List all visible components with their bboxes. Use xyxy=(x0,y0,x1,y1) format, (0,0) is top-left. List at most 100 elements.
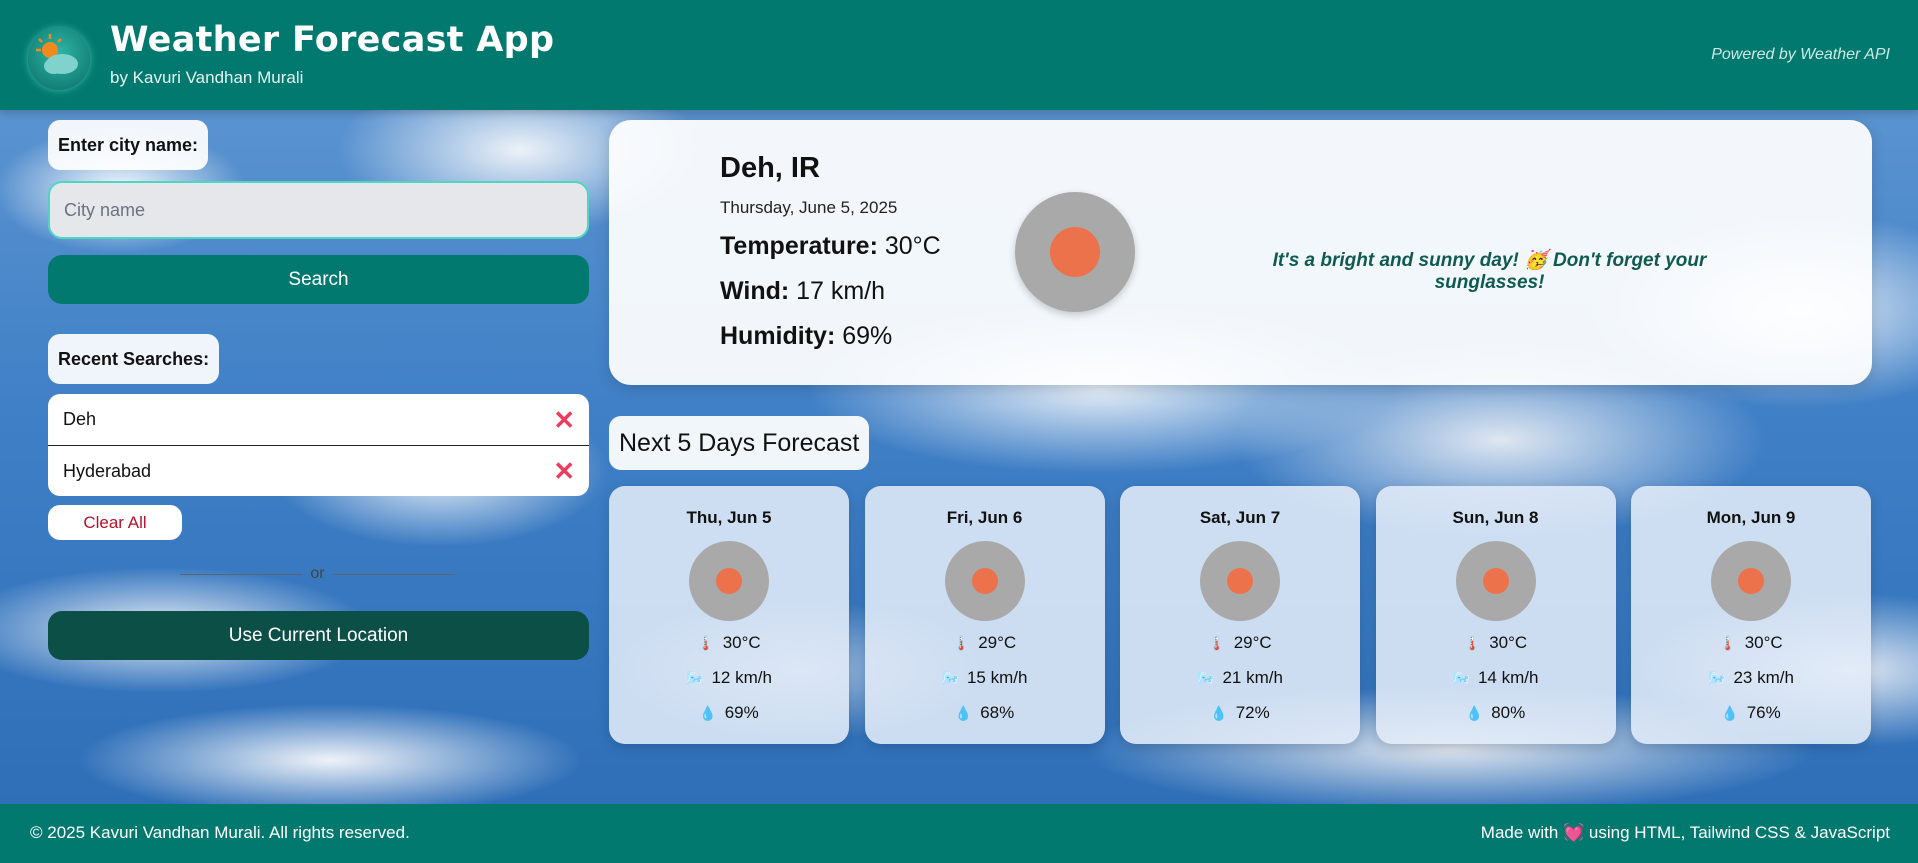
forecast-humidity: 68% xyxy=(980,703,1015,722)
forecast-wind-row: 🌬️ 14 km/h xyxy=(1376,668,1616,688)
forecast-temp-row: 🌡️ 29°C xyxy=(865,633,1105,653)
forecast-day: Mon, Jun 9 xyxy=(1706,508,1796,527)
forecast-wind-row: 🌬️ 23 km/h xyxy=(1631,668,1871,688)
forecast-wind: 21 km/h xyxy=(1222,668,1283,687)
temperature-label: Temperature: xyxy=(720,232,878,260)
footer-copyright: © 2025 Kavuri Vandhan Murali. All rights… xyxy=(30,823,410,842)
wind-icon: 🌬️ xyxy=(1708,669,1726,686)
footer-made-with: Made with 💓 using HTML, Tailwind CSS & J… xyxy=(1481,823,1890,843)
droplet-icon: 💧 xyxy=(699,704,717,721)
or-text: or xyxy=(310,565,325,582)
sun-icon xyxy=(1015,192,1135,312)
forecast-temp: 30°C xyxy=(1489,633,1528,652)
search-button[interactable]: Search xyxy=(48,255,589,304)
app-footer: © 2025 Kavuri Vandhan Murali. All rights… xyxy=(0,804,1918,863)
city-search-input[interactable] xyxy=(48,181,589,239)
thermometer-icon: 🌡️ xyxy=(1463,634,1482,651)
forecast-card: Thu, Jun 5 🌡️ 30°C 🌬️ 12 km/h 💧 69% xyxy=(609,486,849,744)
forecast-temp-row: 🌡️ 30°C xyxy=(609,633,849,653)
recent-searches-list: Deh ✕ Hyderabad ✕ xyxy=(48,394,589,496)
droplet-icon: 💧 xyxy=(1465,704,1484,721)
droplet-icon: 💧 xyxy=(954,704,973,721)
thermometer-icon: 🌡️ xyxy=(1208,634,1226,651)
remove-icon[interactable]: ✕ xyxy=(553,407,575,433)
forecast-temp-row: 🌡️ 30°C xyxy=(1631,633,1871,653)
forecast-humidity: 72% xyxy=(1235,703,1270,722)
forecast-humidity: 76% xyxy=(1746,703,1781,722)
sun-icon xyxy=(1455,541,1536,621)
forecast-card: Sun, Jun 8 🌡️ 30°C 🌬️ 14 km/h 💧 80% xyxy=(1375,486,1616,744)
app-header: Weather Forecast App by Kavuri Vandhan M… xyxy=(0,0,1918,110)
made-with-suffix: using HTML, Tailwind CSS & JavaScript xyxy=(1588,823,1890,842)
temperature-value: 30°C xyxy=(884,232,941,260)
current-date: Thursday, June 5, 2025 xyxy=(720,198,898,217)
thermometer-icon: 🌡️ xyxy=(952,634,971,651)
recent-item-hyderabad[interactable]: Hyderabad ✕ xyxy=(48,445,589,496)
forecast-card: Sat, Jun 7 🌡️ 29°C 🌬️ 21 km/h 💧 72% xyxy=(1120,486,1360,744)
current-wind: Wind: 17 km/h xyxy=(720,277,885,306)
forecast-temp: 29°C xyxy=(1233,633,1272,652)
recent-item-deh[interactable]: Deh ✕ xyxy=(48,394,589,445)
weather-message: It's a bright and sunny day! 🥳 Don't for… xyxy=(1272,250,1707,293)
remove-icon[interactable]: ✕ xyxy=(553,458,575,484)
use-current-location-button[interactable]: Use Current Location xyxy=(48,611,589,660)
recent-searches-label: Recent Searches: xyxy=(48,334,220,384)
powered-by: Powered by Weather API xyxy=(1711,46,1890,63)
forecast-temp: 30°C xyxy=(1744,633,1783,652)
forecast-card: Fri, Jun 6 🌡️ 29°C 🌬️ 15 km/h 💧 68% xyxy=(864,486,1105,744)
heart-icon: 💓 xyxy=(1563,823,1585,842)
forecast-wind: 14 km/h xyxy=(1477,668,1539,687)
forecast-wind: 23 km/h xyxy=(1733,668,1794,687)
or-divider: or xyxy=(180,564,456,584)
city-input-label: Enter city name: xyxy=(48,120,209,170)
sun-icon xyxy=(1711,541,1791,621)
forecast-temp: 29°C xyxy=(978,633,1017,652)
clear-all-button[interactable]: Clear All xyxy=(48,505,182,540)
forecast-day: Sun, Jun 8 xyxy=(1452,508,1539,527)
forecast-temp: 30°C xyxy=(722,633,761,652)
forecast-humidity-row: 💧 72% xyxy=(1120,703,1360,723)
current-weather-card: Deh, IR Thursday, June 5, 2025 Temperatu… xyxy=(609,120,1872,385)
app-subtitle: by Kavuri Vandhan Murali xyxy=(110,68,304,87)
recent-item-label: Deh xyxy=(63,409,97,429)
forecast-wind-row: 🌬️ 21 km/h xyxy=(1120,668,1360,688)
forecast-humidity-row: 💧 80% xyxy=(1376,703,1616,723)
wind-icon: 🌬️ xyxy=(1452,669,1470,686)
forecast-temp-row: 🌡️ 29°C xyxy=(1120,633,1360,653)
forecast-wind: 12 km/h xyxy=(711,668,772,687)
forecast-wind-row: 🌬️ 12 km/h xyxy=(609,668,849,688)
forecast-humidity-row: 💧 69% xyxy=(609,703,849,723)
forecast-day: Sat, Jun 7 xyxy=(1199,508,1281,527)
app-title: Weather Forecast App xyxy=(110,20,555,60)
weather-logo-icon xyxy=(28,28,90,90)
thermometer-icon: 🌡️ xyxy=(697,634,715,651)
droplet-icon: 💧 xyxy=(1721,704,1739,721)
forecast-humidity-row: 💧 68% xyxy=(865,703,1105,723)
forecast-day: Fri, Jun 6 xyxy=(946,508,1023,527)
forecast-humidity-row: 💧 76% xyxy=(1631,703,1871,723)
current-humidity: Humidity: 69% xyxy=(720,322,892,351)
current-temperature: Temperature: 30°C xyxy=(720,232,941,261)
forecast-day: Thu, Jun 5 xyxy=(686,508,772,527)
wind-label: Wind: xyxy=(720,277,790,305)
divider-line xyxy=(180,573,303,575)
wind-icon: 🌬️ xyxy=(941,669,959,686)
forecast-temp-row: 🌡️ 30°C xyxy=(1376,633,1616,653)
forecast-wind-row: 🌬️ 15 km/h xyxy=(865,668,1105,688)
sun-icon xyxy=(1200,541,1280,621)
wind-icon: 🌬️ xyxy=(686,669,704,686)
humidity-value: 69% xyxy=(842,322,893,350)
forecast-title: Next 5 Days Forecast xyxy=(609,416,870,470)
forecast-humidity: 80% xyxy=(1491,703,1526,722)
made-with-prefix: Made with xyxy=(1480,823,1559,842)
droplet-icon: 💧 xyxy=(1210,704,1228,721)
wind-icon: 🌬️ xyxy=(1197,669,1215,686)
forecast-card: Mon, Jun 9 🌡️ 30°C 🌬️ 23 km/h 💧 76% xyxy=(1631,486,1871,744)
sun-icon xyxy=(944,541,1025,621)
recent-item-label: Hyderabad xyxy=(63,460,152,481)
forecast-wind: 15 km/h xyxy=(966,668,1028,687)
thermometer-icon: 🌡️ xyxy=(1719,634,1737,651)
forecast-humidity: 69% xyxy=(724,703,759,722)
sun-icon xyxy=(689,541,769,621)
current-city: Deh, IR xyxy=(720,152,820,184)
